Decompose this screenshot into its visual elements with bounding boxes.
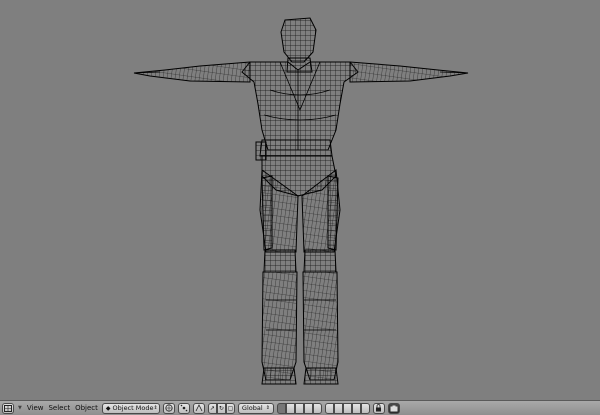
orientation-label: Global [241, 404, 263, 412]
translate-icon[interactable]: ↗ [207, 402, 217, 414]
mesh-head [280, 17, 317, 63]
wireframe-shading-icon[interactable] [162, 402, 175, 414]
orientation-selector[interactable]: Global ⇕ [237, 402, 274, 414]
manipulator-icon[interactable] [192, 402, 205, 414]
mesh-right-shin [302, 271, 339, 381]
dropdown-icon: ⇕ [265, 405, 270, 411]
camera-icon[interactable] [387, 402, 400, 414]
layer-8[interactable] [342, 402, 352, 414]
layers-icon [276, 402, 322, 414]
mesh-left-knee [263, 249, 297, 273]
3d-viewport[interactable] [0, 0, 600, 400]
layer-5[interactable] [312, 402, 322, 414]
chevron-down-icon[interactable]: ▼ [17, 405, 23, 411]
menu-select[interactable]: Select [47, 404, 71, 412]
layer-6[interactable] [324, 402, 334, 414]
layer-7[interactable] [333, 402, 343, 414]
rotate-icon[interactable]: ↻ [216, 402, 226, 414]
layer-10[interactable] [360, 402, 370, 414]
mesh-left-shin [261, 271, 298, 381]
3d-view-header: ▼ View Select Object ◆ Object Mode ⇕ ↗ ↻… [0, 400, 600, 415]
lock-icon[interactable] [372, 402, 385, 414]
layer-4[interactable] [303, 402, 313, 414]
mode-label: Object Mode [112, 404, 154, 412]
object-mode-icon: ◆ [105, 404, 111, 412]
menu-object[interactable]: Object [74, 404, 99, 412]
mesh-left-foot [261, 367, 297, 385]
character-mesh [133, 17, 469, 385]
scale-icon[interactable]: ▢ [225, 402, 235, 414]
layer-9[interactable] [351, 402, 361, 414]
transform-manipulator-group: ↗ ↻ ▢ [207, 402, 235, 414]
layer-1[interactable] [276, 402, 286, 414]
mesh-right-knee [303, 249, 337, 273]
mesh-right-thigh-pouch [327, 175, 339, 251]
mesh-right-foot [303, 367, 339, 385]
pivot-point-icon[interactable] [177, 402, 190, 414]
layer-2[interactable] [285, 402, 295, 414]
wireframe-model [133, 17, 469, 385]
menu-view[interactable]: View [26, 404, 45, 412]
dropdown-icon: ⇕ [153, 405, 158, 411]
mesh-belt [259, 139, 333, 157]
3d-view-icon[interactable] [2, 402, 14, 414]
mesh-torso [241, 61, 359, 151]
layers-icon-2 [324, 402, 370, 414]
layer-3[interactable] [294, 402, 304, 414]
mesh-left-thigh-pouch [261, 175, 273, 251]
mode-selector[interactable]: ◆ Object Mode ⇕ [101, 402, 160, 414]
